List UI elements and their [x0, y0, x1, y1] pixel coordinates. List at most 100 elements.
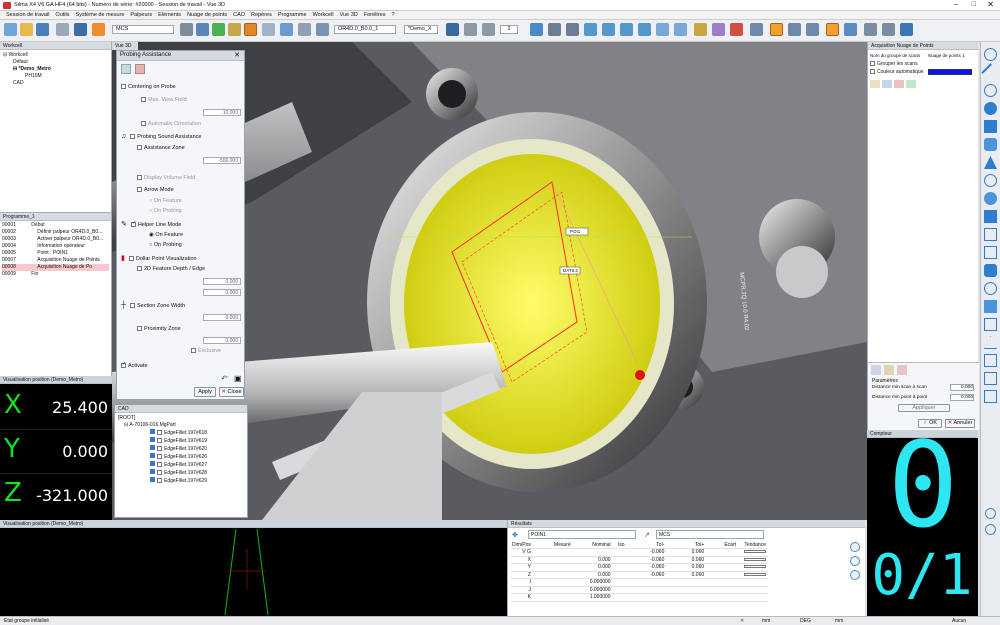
- frame-icon[interactable]: [180, 23, 193, 36]
- workcell-icon[interactable]: [56, 23, 69, 36]
- menu-outils[interactable]: Outils: [55, 11, 69, 20]
- cone-tool-icon[interactable]: [984, 156, 997, 169]
- menu-reperes[interactable]: Repères: [251, 11, 272, 20]
- activate-option[interactable]: Activate: [121, 363, 148, 369]
- program-row[interactable]: 00002 Définir palpeur OR4D.0_B0...: [2, 229, 109, 236]
- feature-depth-option[interactable]: 2D Feature Depth / Edge: [137, 266, 205, 272]
- dist-scan-input[interactable]: 0.000: [950, 384, 974, 391]
- dollar-checkbox[interactable]: [128, 256, 134, 262]
- settings-icon[interactable]: [864, 23, 877, 36]
- edge-checkbox[interactable]: [157, 470, 162, 476]
- max-view-input[interactable]: 10.000: [203, 109, 241, 116]
- feature-depth-input-1[interactable]: 0.000: [203, 278, 241, 285]
- probing-tab-points-icon[interactable]: [135, 64, 145, 74]
- count-select[interactable]: 2: [500, 25, 518, 34]
- program-row[interactable]: 00008 Acquisition Nuage de Po: [2, 264, 109, 271]
- results-column-header[interactable]: Tol-: [626, 541, 667, 549]
- menu-programme[interactable]: Programme: [278, 11, 307, 20]
- clip-icon[interactable]: [730, 23, 743, 36]
- zoom-icon[interactable]: [548, 23, 561, 36]
- highlight-icon[interactable]: [826, 23, 839, 36]
- frame-select[interactable]: MCS: [112, 25, 174, 34]
- cube-icon[interactable]: [464, 23, 477, 36]
- assist-zone-input[interactable]: -500.000: [203, 157, 241, 164]
- camera-icon[interactable]: [750, 23, 763, 36]
- plane-tool-icon[interactable]: [984, 120, 997, 133]
- distance-tool-icon[interactable]: [984, 318, 997, 331]
- zoom-in-icon[interactable]: [850, 542, 860, 552]
- cad-edge-item[interactable]: EdgeFillet.197#628: [118, 469, 244, 477]
- results-row[interactable]: I 0.000000: [510, 578, 768, 587]
- cad-edge-item[interactable]: EdgeFillet.197#618: [118, 429, 244, 437]
- scan-icon[interactable]: [262, 23, 275, 36]
- edge-checkbox[interactable]: [157, 446, 162, 452]
- frame-select[interactable]: MCS: [656, 530, 764, 539]
- program-row[interactable]: 00001 Début: [2, 222, 109, 229]
- close-button[interactable]: ✕ Close: [219, 387, 244, 397]
- program-row[interactable]: 00003 Activer palpeur OR4D.0_B0...: [2, 236, 109, 243]
- measure-icon[interactable]: [244, 23, 257, 36]
- results-row[interactable]: J 0.000000: [510, 586, 768, 594]
- params-tab-icon-1[interactable]: [871, 365, 881, 375]
- workcell-cad[interactable]: CAD: [3, 80, 108, 87]
- acq-tool-icon-1[interactable]: [870, 80, 880, 88]
- save-icon[interactable]: [36, 23, 49, 36]
- helper-checkbox[interactable]: [130, 222, 136, 228]
- reset-counter-icon[interactable]: [985, 524, 996, 535]
- workcell-demo[interactable]: ⊟ *Demo_Metro: [3, 66, 108, 73]
- menu-workcell[interactable]: Workcell: [313, 11, 334, 20]
- color-swatch[interactable]: [928, 69, 972, 75]
- group-scans-option[interactable]: Grouper les scans: [870, 61, 918, 67]
- program-row[interactable]: 00005 Point : POIN1: [2, 250, 109, 257]
- cad-part[interactable]: ⊟ A-70106-016.MgPart: [118, 422, 244, 429]
- cad-edge-item[interactable]: EdgeFillet.197#620: [118, 445, 244, 453]
- projection-tool-icon[interactable]: [984, 372, 997, 385]
- menu-session[interactable]: Session de travail: [6, 11, 49, 20]
- open-icon[interactable]: [20, 23, 33, 36]
- helper-on-probing[interactable]: ○ On Probing: [149, 242, 182, 248]
- section-zone-option[interactable]: ┼ Section Zone Width: [121, 302, 185, 309]
- assist-icon[interactable]: [92, 23, 105, 36]
- angle-tool-icon[interactable]: [984, 336, 997, 349]
- iso-view-icon[interactable]: [638, 23, 651, 36]
- results-column-header[interactable]: Tol+: [666, 541, 707, 549]
- pin-icon[interactable]: ✥: [512, 531, 518, 539]
- ellipse-tool-icon[interactable]: [984, 174, 997, 187]
- curve-tool-icon[interactable]: [984, 264, 997, 277]
- line-icon[interactable]: [228, 23, 241, 36]
- results-row[interactable]: Y 0.000 -0.060 0.060: [510, 563, 768, 572]
- edge-checkbox[interactable]: [157, 430, 162, 436]
- shading-icon[interactable]: [656, 23, 669, 36]
- centering-option[interactable]: Centering on Probe: [121, 84, 176, 90]
- rectangle-tool-icon[interactable]: [984, 228, 997, 241]
- surface-tool-icon[interactable]: [984, 300, 997, 313]
- save-icon[interactable]: ▣: [234, 374, 242, 383]
- results-row[interactable]: Z 0.000 -0.060 0.060: [510, 571, 768, 579]
- arc-tool-icon[interactable]: [984, 282, 997, 295]
- results-row[interactable]: V G -0.060 0.060: [510, 548, 768, 557]
- minimize-button[interactable]: –: [954, 1, 958, 8]
- element-icon[interactable]: [196, 23, 209, 36]
- cad-edge-item[interactable]: EdgeFillet.197#626: [118, 453, 244, 461]
- probing-tab-tools-icon[interactable]: [121, 64, 131, 74]
- report-icon[interactable]: [298, 23, 311, 36]
- cloud-icon[interactable]: [280, 23, 293, 36]
- section-zone-input[interactable]: 0.000: [203, 314, 241, 321]
- cylinder-tool-icon[interactable]: [984, 138, 997, 151]
- results-column-header[interactable]: Tendance: [737, 541, 768, 549]
- new-icon[interactable]: [4, 23, 17, 36]
- dimension-icon[interactable]: [806, 23, 819, 36]
- menu-cao[interactable]: CAO: [233, 11, 245, 20]
- arrow-up-icon[interactable]: [850, 556, 860, 566]
- results-row[interactable]: X 0.000 -0.060 0.060: [510, 556, 768, 564]
- program-row[interactable]: 00004 Information opérateur: [2, 243, 109, 250]
- target-icon[interactable]: [844, 23, 857, 36]
- slot-tool-icon[interactable]: [984, 210, 997, 223]
- edge-checkbox[interactable]: [157, 438, 162, 444]
- zoom-counter-icon[interactable]: [985, 508, 996, 519]
- probing-close-icon[interactable]: ✕: [234, 51, 240, 59]
- undo-icon[interactable]: ↶: [221, 374, 228, 383]
- assist-zone-option[interactable]: Assistance Zone: [137, 145, 185, 151]
- front-view-icon[interactable]: [584, 23, 597, 36]
- probe-icon[interactable]: [74, 23, 87, 36]
